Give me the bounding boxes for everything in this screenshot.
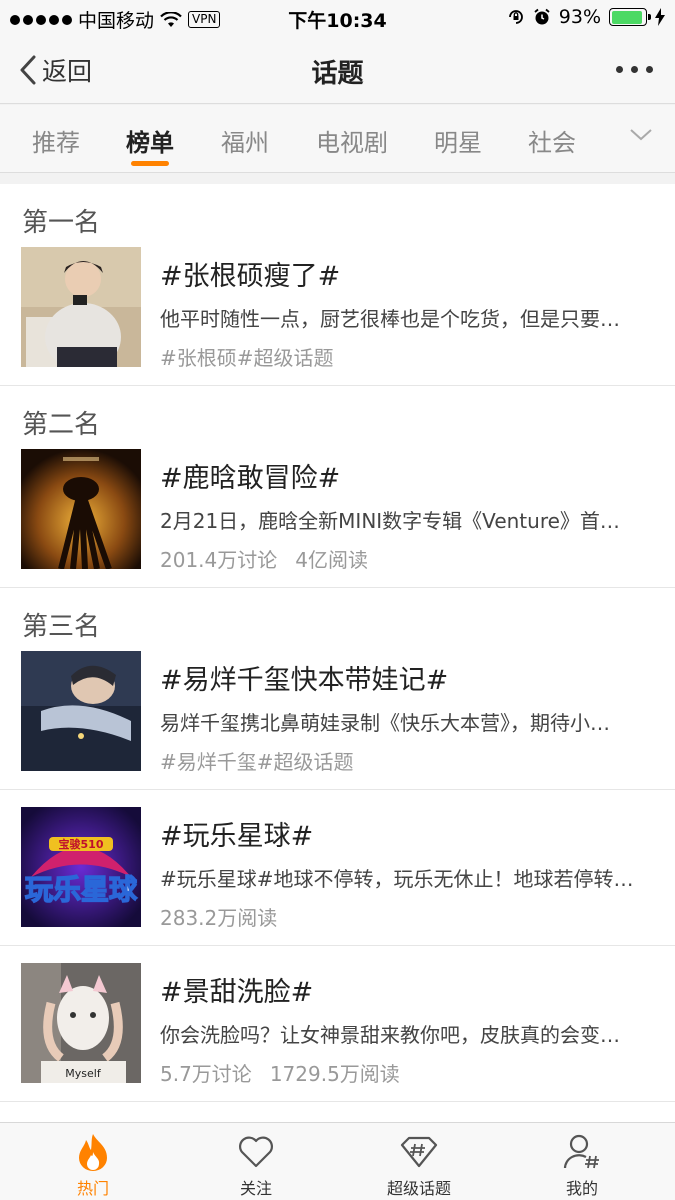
topic-card[interactable]: 第三名 #易烊千玺快本带娃记# 易烊千玺携北鼻萌娃录制《快乐大本营》，期待小… … bbox=[0, 588, 675, 790]
topic-thumbnail: Myself bbox=[21, 963, 141, 1083]
topic-thumbnail bbox=[21, 651, 141, 771]
page-title: 话题 bbox=[311, 59, 364, 89]
tab-celebrity[interactable]: 明星 bbox=[434, 123, 482, 158]
topic-description: 你会洗脸吗？让女神景甜来教你吧，皮肤真的会变… bbox=[160, 1023, 620, 1047]
bottom-tab-bar: 热门 关注 超级话题 我的 bbox=[0, 1122, 675, 1200]
bottom-tab-label: 热门 bbox=[76, 1179, 109, 1198]
flame-icon bbox=[33, 1129, 153, 1175]
active-tab-indicator bbox=[131, 161, 169, 166]
more-button[interactable] bbox=[616, 66, 653, 73]
read-count: 4亿阅读 bbox=[295, 548, 368, 572]
topic-meta: #张根硕#超级话题 bbox=[160, 342, 647, 371]
bottom-tab-hot[interactable]: 热门 bbox=[33, 1129, 153, 1199]
discussion-count: 201.4万讨论 bbox=[160, 548, 278, 572]
rotation-lock-icon bbox=[508, 10, 523, 24]
tab-tv-series[interactable]: 电视剧 bbox=[316, 123, 388, 158]
topic-description: 易烊千玺携北鼻萌娃录制《快乐大本营》，期待小… bbox=[160, 711, 610, 735]
topic-thumbnail: 宝骏510 玩乐星球 bbox=[21, 807, 141, 927]
topic-info: #鹿晗敢冒险# 2月21日，鹿晗全新MINI数字专辑《Venture》首… 20… bbox=[160, 456, 647, 573]
topic-card-partial bbox=[0, 1102, 675, 1122]
topic-meta: 5.7万讨论 1729.5万阅读 bbox=[160, 1058, 647, 1087]
heart-icon bbox=[196, 1129, 316, 1175]
topic-description: 2月21日，鹿晗全新MINI数字专辑《Venture》首… bbox=[160, 509, 620, 533]
navigation-bar: 返回 话题 bbox=[0, 36, 675, 104]
topic-meta: 283.2万阅读 bbox=[160, 902, 647, 931]
topic-card[interactable]: 第一名 #张根硕瘦了# 他平时随性一点，厨艺很棒也是个吃货，但是只要… #张根硕… bbox=[0, 184, 675, 386]
rank-label: 第一名 bbox=[22, 208, 101, 238]
rank-label: 第二名 bbox=[22, 410, 101, 440]
thumb-main-text: 玩乐星球 bbox=[25, 873, 138, 906]
alarm-icon bbox=[534, 8, 550, 25]
topic-info: #易烊千玺快本带娃记# 易烊千玺携北鼻萌娃录制《快乐大本营》，期待小… #易烊千… bbox=[160, 658, 647, 775]
bottom-tab-label: 我的 bbox=[565, 1179, 598, 1198]
status-right: 93% bbox=[507, 6, 665, 28]
bottom-tab-label: 关注 bbox=[239, 1179, 272, 1198]
charging-icon bbox=[655, 8, 665, 26]
topic-title: #鹿晗敢冒险# bbox=[160, 463, 341, 494]
topic-thumbnail bbox=[21, 449, 141, 569]
topic-card[interactable]: Myself #景甜洗脸# 你会洗脸吗？让女神景甜来教你吧，皮肤真的会变… 5.… bbox=[0, 946, 675, 1102]
battery-percent: 93% bbox=[558, 6, 601, 28]
tab-recommended[interactable]: 推荐 bbox=[32, 123, 80, 158]
topic-info: #景甜洗脸# 你会洗脸吗？让女神景甜来教你吧，皮肤真的会变… 5.7万讨论 172… bbox=[160, 970, 647, 1087]
bottom-tab-follow[interactable]: 关注 bbox=[196, 1129, 316, 1199]
status-bar: 中国移动 VPN 下午10:34 93% bbox=[0, 0, 675, 36]
topic-title: #张根硕瘦了# bbox=[160, 261, 341, 292]
topic-info: #张根硕瘦了# 他平时随性一点，厨艺很棒也是个吃货，但是只要… #张根硕#超级话… bbox=[160, 254, 647, 371]
more-dot bbox=[631, 66, 638, 73]
thumb-brand-text: 宝骏510 bbox=[59, 837, 104, 851]
topic-list: 第一名 #张根硕瘦了# 他平时随性一点，厨艺很棒也是个吃货，但是只要… #张根硕… bbox=[0, 184, 675, 1122]
super-topic-tag[interactable]: #易烊千玺#超级话题 bbox=[160, 750, 354, 774]
topic-meta: #易烊千玺#超级话题 bbox=[160, 746, 647, 775]
bottom-tab-super-topic[interactable]: 超级话题 bbox=[359, 1129, 479, 1199]
user-hashtag-icon bbox=[522, 1129, 642, 1175]
topic-meta: 201.4万讨论 4亿阅读 bbox=[160, 544, 647, 573]
topic-description: 他平时随性一点，厨艺很棒也是个吃货，但是只要… bbox=[160, 307, 620, 331]
topic-title: #景甜洗脸# bbox=[160, 977, 314, 1008]
battery-fill bbox=[611, 10, 643, 24]
discussion-count: 5.7万讨论 bbox=[160, 1062, 252, 1086]
more-dot bbox=[616, 66, 623, 73]
read-count: 1729.5万阅读 bbox=[269, 1062, 400, 1086]
topic-card[interactable]: 第二名 #鹿晗敢冒险# 2月21日，鹿晗全新MINI数字专辑《Venture》首… bbox=[0, 386, 675, 588]
topic-title: #易烊千玺快本带娃记# bbox=[160, 665, 449, 696]
battery-icon bbox=[609, 8, 651, 26]
rank-label: 第三名 bbox=[22, 612, 101, 642]
topic-description: #玩乐星球#地球不停转，玩乐无休止！地球若停转… bbox=[160, 867, 634, 891]
tab-ranking[interactable]: 榜单 bbox=[126, 123, 174, 158]
topic-thumbnail bbox=[21, 247, 141, 367]
chevron-down-icon[interactable] bbox=[629, 128, 653, 142]
category-tabs: 推荐 榜单 福州 电视剧 明星 社会 bbox=[0, 105, 675, 173]
topic-info: #玩乐星球# #玩乐星球#地球不停转，玩乐无休止！地球若停转… 283.2万阅读 bbox=[160, 814, 647, 931]
super-topic-tag[interactable]: #张根硕#超级话题 bbox=[160, 346, 334, 370]
thumb-shirt-text: Myself bbox=[65, 1067, 102, 1080]
read-count: 283.2万阅读 bbox=[160, 906, 278, 930]
tab-fuzhou[interactable]: 福州 bbox=[221, 123, 269, 158]
topic-title: #玩乐星球# bbox=[160, 821, 314, 852]
bottom-tab-me[interactable]: 我的 bbox=[522, 1129, 642, 1199]
bottom-tab-label: 超级话题 bbox=[386, 1179, 451, 1198]
more-dot bbox=[646, 66, 653, 73]
topic-card[interactable]: 宝骏510 玩乐星球 #玩乐星球# #玩乐星球#地球不停转，玩乐无休止！地球若停… bbox=[0, 790, 675, 946]
tab-society[interactable]: 社会 bbox=[528, 123, 576, 158]
hashtag-diamond-icon bbox=[359, 1129, 479, 1175]
